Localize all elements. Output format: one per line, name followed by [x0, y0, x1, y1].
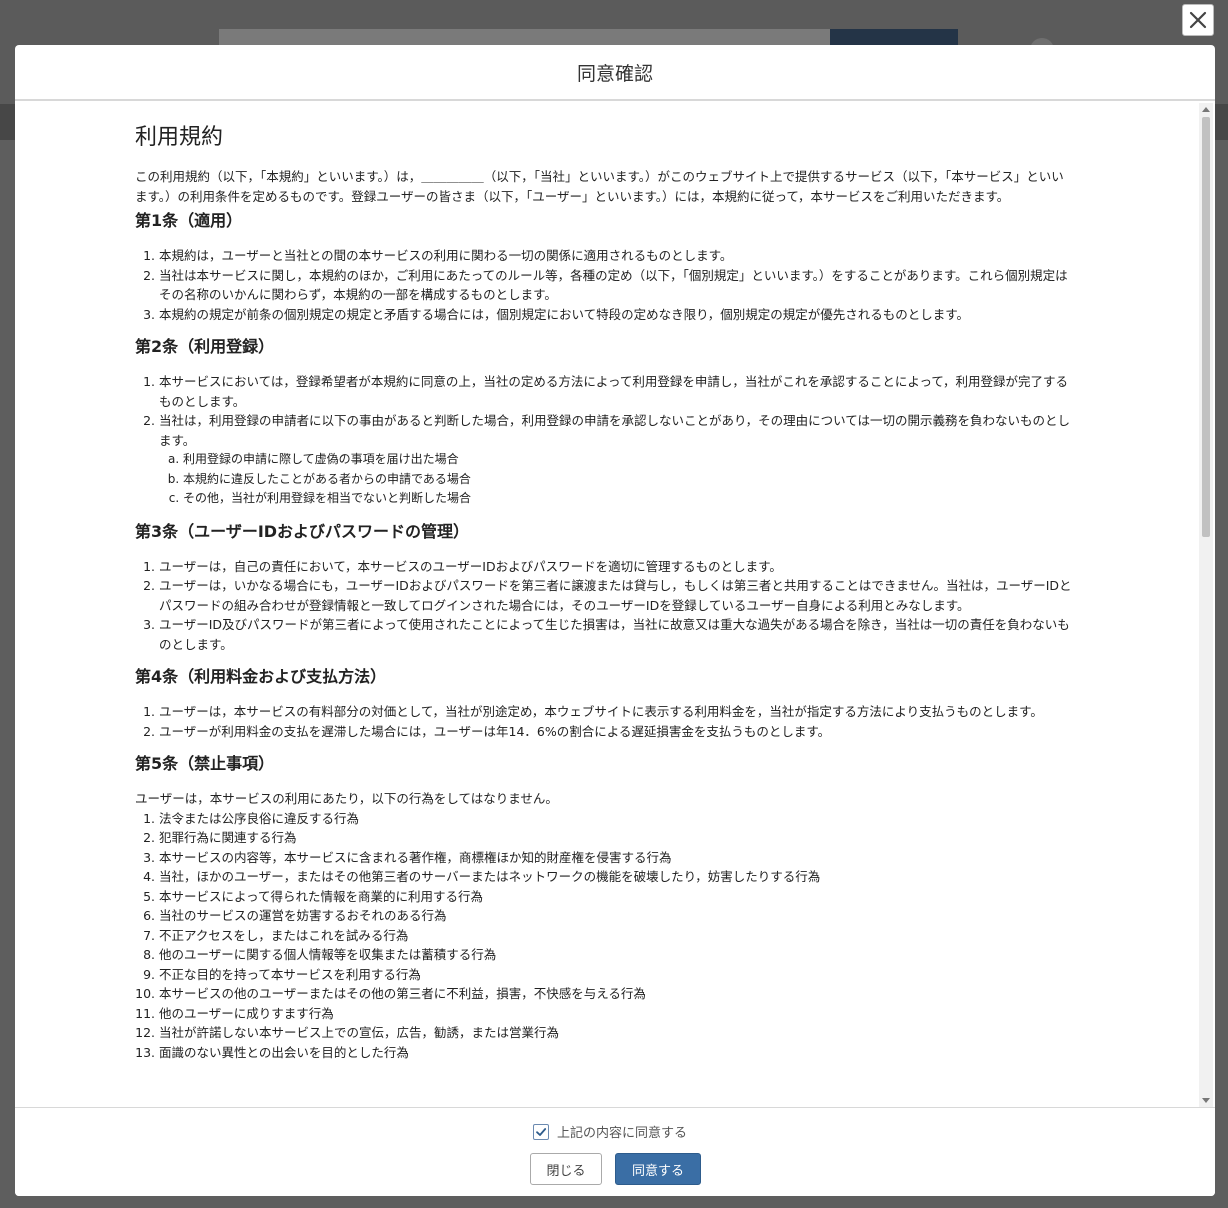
modal-body[interactable]: 利用規約 この利用規約（以下，「本規約」といいます。）は，＿＿＿＿＿（以下，「当…	[15, 103, 1215, 1107]
close-icon	[1189, 11, 1207, 29]
article-4-list: ユーザーは，本サービスの有料部分の対価として，当社が別途定め，本ウェブサイトに表…	[135, 702, 1075, 741]
article-2-sublist: 利用登録の申請に際して虚偽の事項を届け出た場合 本規約に違反したことがある者から…	[159, 450, 1075, 509]
modal-close-x-button[interactable]	[1182, 4, 1214, 36]
sub-list-item: 利用登録の申請に際して虚偽の事項を届け出た場合	[183, 450, 1075, 470]
list-item: 当社，ほかのユーザー，またはその他第三者のサーバーまたはネットワークの機能を破壊…	[159, 867, 1075, 887]
list-item: ユーザーが利用料金の支払を遅滞した場合には，ユーザーは年14．6%の割合による遅…	[159, 722, 1075, 742]
list-item: 不正な目的を持って本サービスを利用する行為	[159, 965, 1075, 985]
article-5-list: 法令または公序良俗に違反する行為犯罪行為に関連する行為本サービスの内容等，本サー…	[135, 809, 1075, 1063]
scroll-up-arrow-icon[interactable]	[1202, 107, 1210, 112]
terms-document: 利用規約 この利用規約（以下，「本規約」といいます。）は，＿＿＿＿＿（以下，「当…	[135, 103, 1075, 1074]
modal-footer: 上記の内容に同意する 閉じる 同意する	[15, 1107, 1215, 1196]
scroll-thumb[interactable]	[1202, 117, 1210, 537]
list-item: 本サービスの内容等，本サービスに含まれる著作権，商標権ほか知的財産権を侵害する行…	[159, 848, 1075, 868]
list-item: 法令または公序良俗に違反する行為	[159, 809, 1075, 829]
agree-row: 上記の内容に同意する	[533, 1122, 687, 1141]
article-4-heading: 第4条（利用料金および支払方法）	[135, 667, 387, 686]
list-item: 犯罪行為に関連する行為	[159, 828, 1075, 848]
list-item: ユーザーは，自己の責任において，本サービスのユーザーIDおよびパスワードを適切に…	[159, 557, 1075, 577]
list-item: ユーザーは，いかなる場合にも，ユーザーIDおよびパスワードを第三者に譲渡または貸…	[159, 576, 1075, 615]
list-item: 本規約の規定が前条の個別規定の規定と矛盾する場合には，個別規定において特段の定め…	[159, 305, 1075, 325]
article-2-heading: 第2条（利用登録）	[135, 337, 275, 356]
terms-title: 利用規約	[135, 125, 224, 150]
list-item: 当社のサービスの運営を妨害するおそれのある行為	[159, 906, 1075, 926]
list-item-text: 当社は，利用登録の申請者に以下の事由があると判断した場合，利用登録の申請を承認し…	[159, 413, 1071, 448]
agree-label[interactable]: 上記の内容に同意する	[557, 1122, 687, 1141]
terms-intro: この利用規約（以下，「本規約」といいます。）は，＿＿＿＿＿（以下，「当社」といい…	[135, 169, 1064, 204]
modal-title: 同意確認	[576, 62, 653, 85]
list-item: 他のユーザーに関する個人情報等を収集または蓄積する行為	[159, 945, 1075, 965]
list-item: 他のユーザーに成りすます行為	[159, 1004, 1075, 1024]
checkmark-icon	[536, 1127, 547, 1136]
list-item: ユーザーID及びパスワードが第三者によって使用されたことによって生じた損害は，当…	[159, 615, 1075, 654]
article-3-list: ユーザーは，自己の責任において，本サービスのユーザーIDおよびパスワードを適切に…	[135, 557, 1075, 655]
article-5-heading: 第5条（禁止事項）	[135, 754, 275, 773]
modal-scrollbar[interactable]	[1199, 103, 1213, 1107]
list-item: 面識のない異性との出会いを目的とした行為	[159, 1043, 1075, 1063]
modal-header: 同意確認	[15, 45, 1215, 101]
list-item: 本サービスによって得られた情報を商業的に利用する行為	[159, 887, 1075, 907]
agree-button[interactable]: 同意する	[615, 1153, 701, 1185]
article-1-list: 本規約は，ユーザーと当社との間の本サービスの利用に関わる一切の関係に適用されるも…	[135, 246, 1075, 324]
sub-list-item: 本規約に違反したことがある者からの申請である場合	[183, 470, 1075, 490]
list-item: 本サービスにおいては，登録希望者が本規約に同意の上，当社の定める方法によって利用…	[159, 372, 1075, 411]
agree-checkbox[interactable]	[533, 1123, 549, 1140]
article-2-list: 本サービスにおいては，登録希望者が本規約に同意の上，当社の定める方法によって利用…	[135, 372, 1075, 509]
article-3-heading: 第3条（ユーザーIDおよびパスワードの管理）	[135, 521, 470, 541]
list-item: 本規約は，ユーザーと当社との間の本サービスの利用に関わる一切の関係に適用されるも…	[159, 246, 1075, 266]
list-item: 当社は本サービスに関し，本規約のほか，ご利用にあたってのルール等，各種の定め（以…	[159, 266, 1075, 305]
sub-list-item: その他，当社が利用登録を相当でないと判断した場合	[183, 489, 1075, 509]
scroll-down-arrow-icon[interactable]	[1202, 1098, 1210, 1103]
list-item: ユーザーは，本サービスの有料部分の対価として，当社が別途定め，本ウェブサイトに表…	[159, 702, 1075, 722]
article-1-heading: 第1条（適用）	[135, 211, 243, 230]
consent-modal: 同意確認 利用規約 この利用規約（以下，「本規約」といいます。）は，＿＿＿＿＿（…	[15, 45, 1215, 1196]
list-item: 本サービスの他のユーザーまたはその他の第三者に不利益，損害，不快感を与える行為	[159, 984, 1075, 1004]
article-5-intro: ユーザーは，本サービスの利用にあたり，以下の行為をしてはなりません。	[135, 791, 558, 806]
list-item: 当社が許諾しない本サービス上での宣伝，広告，勧誘，または営業行為	[159, 1023, 1075, 1043]
list-item: 不正アクセスをし，またはこれを試みる行為	[159, 926, 1075, 946]
close-button[interactable]: 閉じる	[530, 1153, 602, 1185]
list-item: 当社は，利用登録の申請者に以下の事由があると判断した場合，利用登録の申請を承認し…	[159, 411, 1075, 509]
